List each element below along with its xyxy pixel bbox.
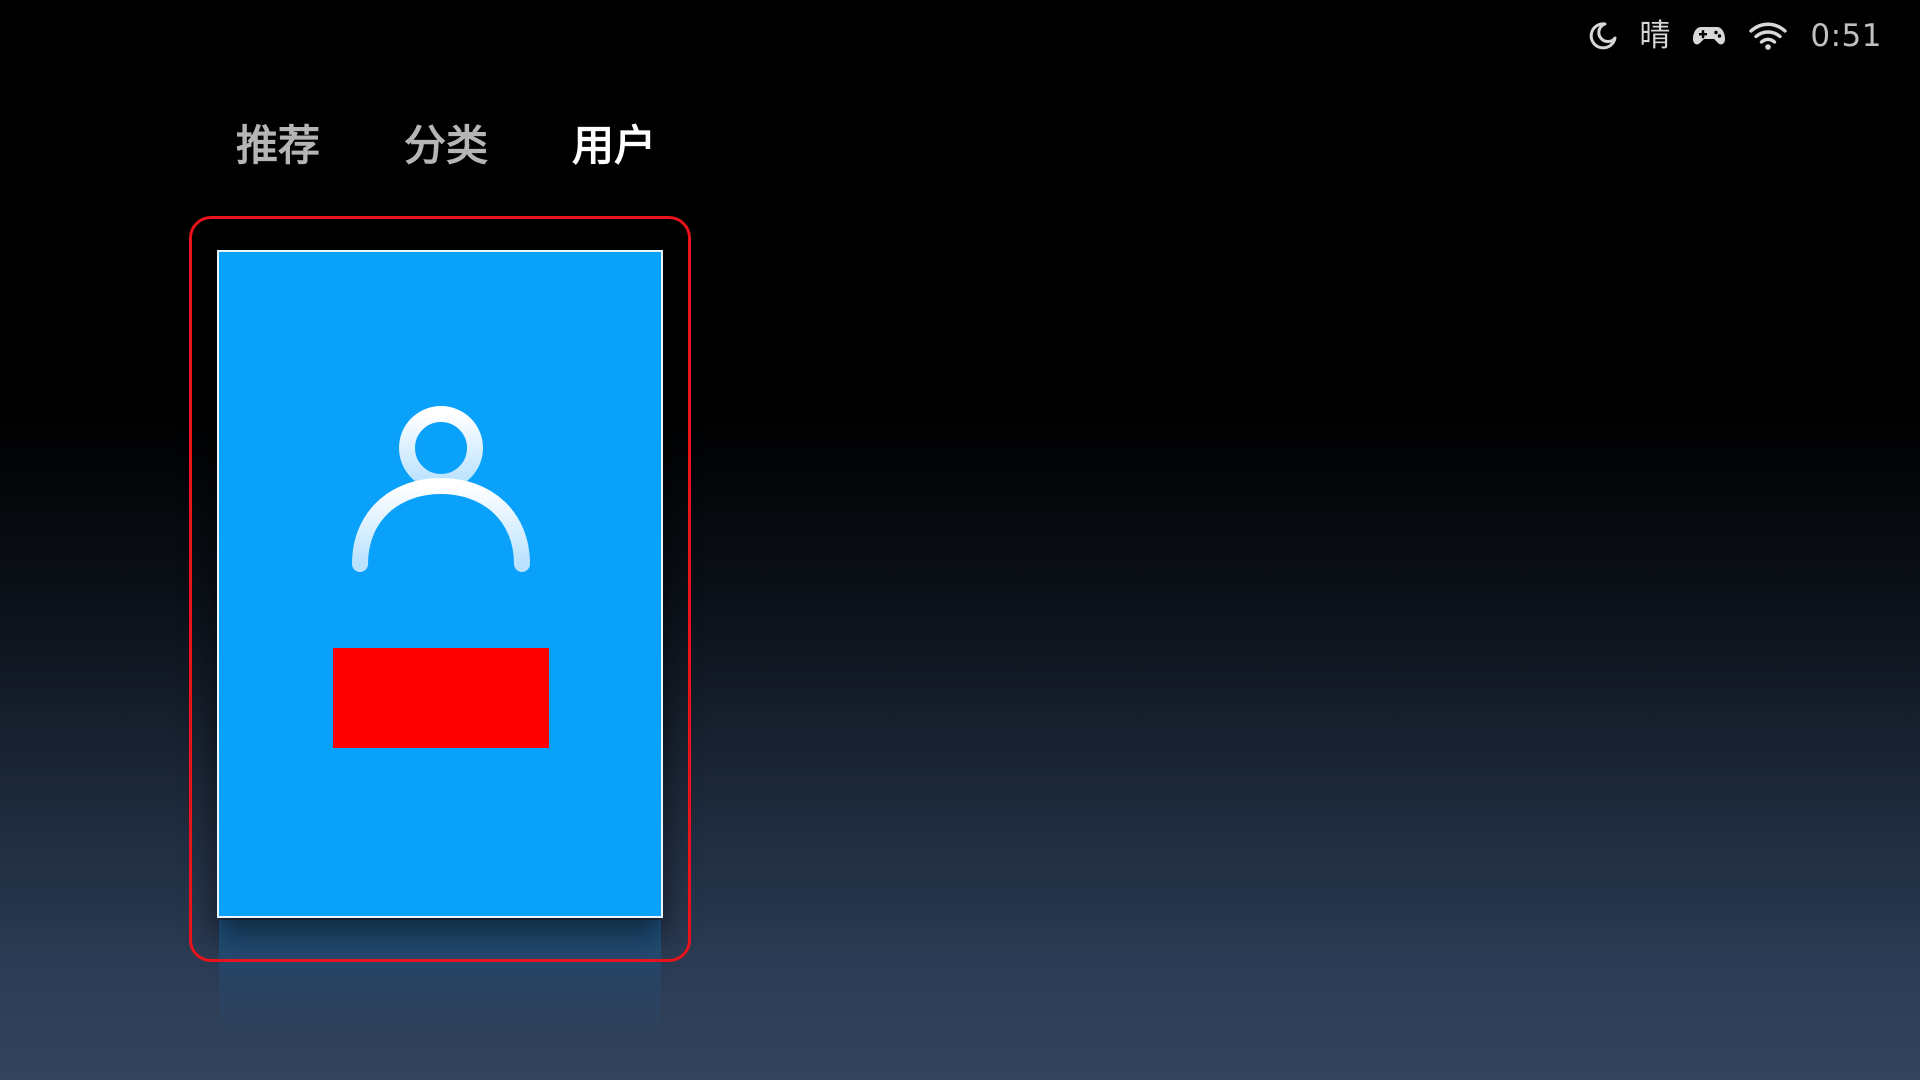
card-reflection (219, 920, 661, 1040)
user-avatar-icon (349, 404, 533, 586)
tab-category[interactable]: 分类 (404, 118, 488, 174)
tab-user[interactable]: 用户 (572, 118, 656, 174)
user-card[interactable] (217, 250, 663, 918)
moon-icon (1589, 21, 1617, 51)
clock: 0:51 (1810, 17, 1882, 54)
user-name-redacted (333, 648, 549, 748)
weather-text: 晴 (1639, 17, 1671, 54)
top-nav: 推荐 分类 用户 (236, 118, 656, 174)
status-bar: 晴 0:51 (1589, 14, 1882, 58)
gamepad-icon (1692, 24, 1726, 48)
tab-recommend[interactable]: 推荐 (236, 118, 320, 174)
wifi-icon (1748, 21, 1788, 51)
